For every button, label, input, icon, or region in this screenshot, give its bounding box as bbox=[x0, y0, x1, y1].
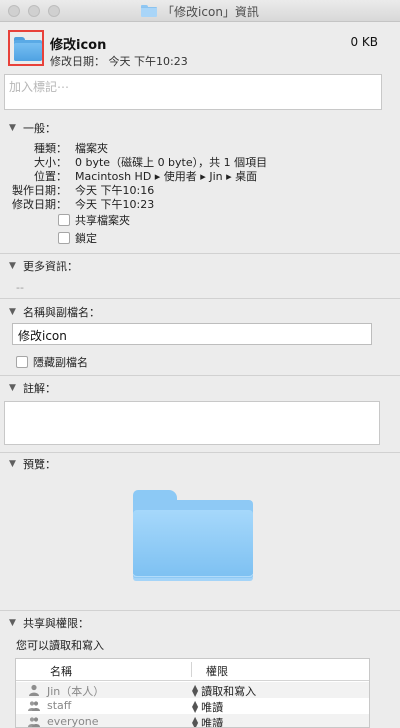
window-title-group: 「修改icon」資訊 bbox=[0, 0, 400, 22]
more-info-value: -- bbox=[16, 281, 24, 294]
item-size: 0 KB bbox=[350, 35, 378, 49]
table-row[interactable]: everyone ▲ ▼ 唯讀 bbox=[16, 714, 369, 728]
modified-value: 今天 下午10:23 bbox=[75, 198, 155, 211]
section-preview-header[interactable]: ▼ 預覽： bbox=[9, 456, 56, 472]
disclosure-triangle-icon[interactable]: ▼ bbox=[9, 383, 19, 393]
group-icon bbox=[28, 717, 40, 727]
divider bbox=[0, 375, 400, 376]
modified-summary: 修改日期： 今天 下午10:23 bbox=[50, 55, 188, 68]
folder-icon[interactable] bbox=[8, 30, 44, 66]
table-row[interactable]: Jin（本人） ▲ ▼ 讀取和寫入 bbox=[16, 682, 369, 699]
locked-label: 鎖定 bbox=[75, 232, 97, 245]
name-field[interactable]: 修改icon bbox=[12, 323, 372, 345]
get-info-window: 「修改icon」資訊 修改icon 0 KB 修改日期： 今天 下午10:23 … bbox=[0, 0, 400, 728]
checkbox-box[interactable] bbox=[58, 214, 70, 226]
tags-field[interactable]: 加入標記⋯ bbox=[4, 74, 382, 110]
table-row[interactable]: staff ▲ ▼ 唯讀 bbox=[16, 698, 369, 715]
disclosure-triangle-icon[interactable]: ▼ bbox=[9, 123, 19, 133]
folder-icon bbox=[141, 5, 158, 17]
section-general-header[interactable]: ▼ 一般： bbox=[9, 120, 56, 136]
title-bar: 「修改icon」資訊 bbox=[0, 0, 400, 22]
hide-extension-checkbox[interactable]: 隱藏副檔名 bbox=[16, 354, 88, 370]
locked-checkbox[interactable]: 鎖定 bbox=[58, 230, 97, 246]
comments-field[interactable] bbox=[4, 401, 380, 445]
window-title: 「修改icon」資訊 bbox=[162, 4, 259, 19]
privilege-value: 唯讀 bbox=[201, 717, 224, 728]
section-preview-title: 預覽： bbox=[23, 458, 56, 471]
permissions-table: 名稱 權限 Jin（本人） ▲ ▼ 讀取和寫入 staff ▲ ▼ 唯讀 every… bbox=[15, 658, 370, 728]
divider bbox=[0, 298, 400, 299]
section-sharing-header[interactable]: ▼ 共享與權限： bbox=[9, 615, 89, 631]
column-header-name[interactable]: 名稱 bbox=[50, 663, 72, 679]
privilege-value: 讀取和寫入 bbox=[201, 685, 257, 698]
group-icon bbox=[28, 701, 40, 711]
section-general-title: 一般： bbox=[23, 122, 56, 135]
item-name: 修改icon bbox=[50, 38, 107, 53]
permissions-table-header: 名稱 權限 bbox=[16, 659, 369, 681]
privilege-popup[interactable]: ▲ ▼ 唯讀 bbox=[192, 715, 223, 728]
single-user-icon bbox=[29, 684, 39, 696]
section-comments-header[interactable]: ▼ 註解： bbox=[9, 380, 56, 396]
updown-arrows-icon: ▲ ▼ bbox=[192, 683, 199, 698]
privilege-value: 唯讀 bbox=[201, 701, 224, 714]
column-header-privilege[interactable]: 權限 bbox=[206, 663, 228, 679]
privilege-popup[interactable]: ▲ ▼ 讀取和寫入 bbox=[192, 683, 256, 699]
user-name: everyone bbox=[47, 715, 99, 728]
shared-folder-checkbox[interactable]: 共享檔案夾 bbox=[58, 212, 130, 228]
checkbox-box[interactable] bbox=[58, 232, 70, 244]
checkbox-box[interactable] bbox=[16, 356, 28, 368]
section-name-ext-header[interactable]: ▼ 名稱與副檔名： bbox=[9, 304, 100, 320]
divider bbox=[0, 610, 400, 611]
section-sharing-title: 共享與權限： bbox=[23, 617, 89, 630]
disclosure-triangle-icon[interactable]: ▼ bbox=[9, 307, 19, 317]
divider bbox=[0, 253, 400, 254]
modified-label: 修改日期： bbox=[12, 198, 67, 211]
disclosure-triangle-icon[interactable]: ▼ bbox=[9, 261, 19, 271]
updown-arrows-icon: ▲ ▼ bbox=[192, 715, 199, 728]
folder-preview-icon bbox=[133, 490, 253, 585]
hide-extension-label: 隱藏副檔名 bbox=[33, 356, 88, 369]
disclosure-triangle-icon[interactable]: ▼ bbox=[9, 618, 19, 628]
user-name: staff bbox=[47, 699, 72, 712]
permission-note: 您可以讀取和寫入 bbox=[16, 639, 104, 652]
section-more-info-title: 更多資訊： bbox=[23, 260, 78, 273]
disclosure-triangle-icon[interactable]: ▼ bbox=[9, 459, 19, 469]
user-name: Jin（本人） bbox=[47, 685, 105, 698]
divider bbox=[0, 452, 400, 453]
column-separator bbox=[191, 662, 192, 677]
updown-arrows-icon: ▲ ▼ bbox=[192, 699, 199, 714]
section-comments-title: 註解： bbox=[23, 382, 56, 395]
privilege-popup[interactable]: ▲ ▼ 唯讀 bbox=[192, 699, 223, 715]
section-more-info-header[interactable]: ▼ 更多資訊： bbox=[9, 258, 78, 274]
section-name-ext-title: 名稱與副檔名： bbox=[23, 306, 100, 319]
shared-folder-label: 共享檔案夾 bbox=[75, 214, 130, 227]
